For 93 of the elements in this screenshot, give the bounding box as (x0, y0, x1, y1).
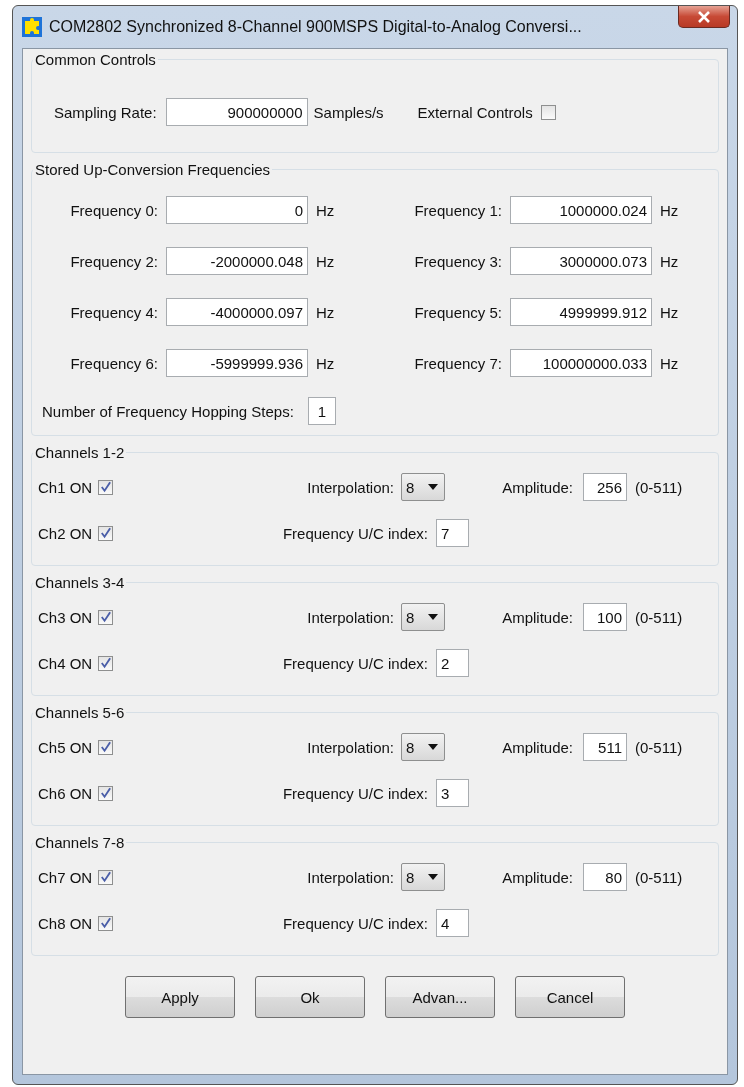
caret-icon (428, 614, 438, 620)
unit-label: Hz (660, 201, 680, 219)
range-label: (0-511) (635, 868, 683, 886)
field-label: Amplitude: (501, 738, 573, 756)
unit-label: Hz (660, 252, 680, 270)
input-field[interactable]: 100 (583, 603, 627, 631)
checkbox-label: Ch6 ON (38, 784, 93, 802)
caret-icon (428, 744, 438, 750)
field-label: Frequency 1: (413, 201, 502, 219)
input-field[interactable]: 0 (166, 196, 308, 224)
input-field[interactable]: 80 (583, 863, 627, 891)
field-label: Frequency 3: (413, 252, 502, 270)
input-field[interactable]: 3000000.073 (510, 247, 652, 275)
input-field[interactable]: 511 (583, 733, 627, 761)
input-field[interactable]: -5999999.936 (166, 349, 308, 377)
checkbox[interactable] (98, 915, 114, 931)
close-icon (697, 10, 711, 23)
checkbox[interactable] (98, 479, 114, 495)
dialog-button[interactable]: Ok (255, 976, 365, 1018)
unit-label: Hz (316, 354, 336, 372)
dialog-button[interactable]: Advan... (385, 976, 495, 1018)
range-label: (0-511) (635, 608, 683, 626)
field-label: Interpolation: (306, 608, 394, 626)
checkbox-label: Ch1 ON (38, 478, 93, 496)
window-title: COM2802 Synchronized 8-Channel 900MSPS Digital-to-Analog Conversi... (49, 18, 582, 36)
field-label: Frequency 7: (413, 354, 502, 372)
group-title: Common Controls (34, 51, 157, 68)
puzzle-icon (22, 17, 42, 37)
group-title: Stored Up-Conversion Frequencies (34, 161, 272, 178)
field-label: Amplitude: (501, 868, 573, 886)
field-label: Number of Frequency Hopping Steps: (42, 402, 294, 420)
input-field[interactable]: 100000000.033 (510, 349, 652, 377)
field-label: Frequency 0: (69, 201, 158, 219)
input-field[interactable]: -4000000.097 (166, 298, 308, 326)
checkbox-label: External Controls (417, 103, 533, 121)
input-field[interactable]: 1 (307, 397, 336, 425)
field-label: Frequency U/C index: (281, 914, 428, 932)
field-label: Amplitude: (501, 608, 573, 626)
close-button[interactable] (678, 6, 730, 28)
field-label: Frequency 5: (413, 303, 502, 321)
group-title: Channels 3-4 (34, 574, 126, 591)
checkbox[interactable] (98, 739, 114, 755)
dropdown[interactable]: 8 (401, 863, 445, 891)
checkbox[interactable] (540, 104, 556, 120)
unit-label: Hz (316, 303, 336, 321)
input-field[interactable]: 2 (436, 649, 469, 677)
unit-label: Hz (660, 303, 680, 321)
group-title: Channels 1-2 (34, 444, 126, 461)
input-field[interactable]: 7 (436, 519, 469, 547)
field-label: Interpolation: (306, 478, 394, 496)
field-label: Frequency U/C index: (281, 524, 428, 542)
range-label: (0-511) (635, 738, 683, 756)
input-field[interactable]: 900000000 (165, 98, 308, 126)
input-field[interactable]: 4 (436, 909, 469, 937)
unit-label: Hz (660, 354, 680, 372)
checkbox[interactable] (98, 655, 114, 671)
caret-icon (428, 874, 438, 880)
checkbox[interactable] (98, 869, 114, 885)
field-label: Interpolation: (306, 868, 394, 886)
checkbox-label: Ch5 ON (38, 738, 93, 756)
checkbox-label: Ch2 ON (38, 524, 93, 542)
checkbox[interactable] (98, 525, 114, 541)
input-field[interactable]: 1000000.024 (510, 196, 652, 224)
dropdown[interactable]: 8 (401, 473, 445, 501)
input-field[interactable]: 256 (583, 473, 627, 501)
unit-label: Samples/s (313, 103, 384, 121)
caret-icon (428, 484, 438, 490)
checkbox-label: Ch3 ON (38, 608, 93, 626)
checkbox-label: Ch4 ON (38, 654, 93, 672)
group-title: Channels 7-8 (34, 834, 126, 851)
checkbox-label: Ch7 ON (38, 868, 93, 886)
input-field[interactable]: 3 (436, 779, 469, 807)
unit-label: Hz (316, 201, 336, 219)
field-label: Frequency 6: (69, 354, 158, 372)
dialog-button[interactable]: Apply (125, 976, 235, 1018)
group-title: Channels 5-6 (34, 704, 126, 721)
dialog-button[interactable]: Cancel (515, 976, 625, 1018)
checkbox[interactable] (98, 785, 114, 801)
field-label: Frequency 4: (69, 303, 158, 321)
unit-label: Hz (316, 252, 336, 270)
dropdown[interactable]: 8 (401, 603, 445, 631)
checkbox-label: Ch8 ON (38, 914, 93, 932)
dropdown[interactable]: 8 (401, 733, 445, 761)
field-label: Sampling Rate: (54, 103, 157, 121)
field-label: Frequency 2: (69, 252, 158, 270)
checkbox[interactable] (98, 609, 114, 625)
field-label: Frequency U/C index: (281, 654, 428, 672)
input-field[interactable]: -2000000.048 (166, 247, 308, 275)
field-label: Frequency U/C index: (281, 784, 428, 802)
field-label: Amplitude: (501, 478, 573, 496)
field-label: Interpolation: (306, 738, 394, 756)
input-field[interactable]: 4999999.912 (510, 298, 652, 326)
range-label: (0-511) (635, 478, 683, 496)
